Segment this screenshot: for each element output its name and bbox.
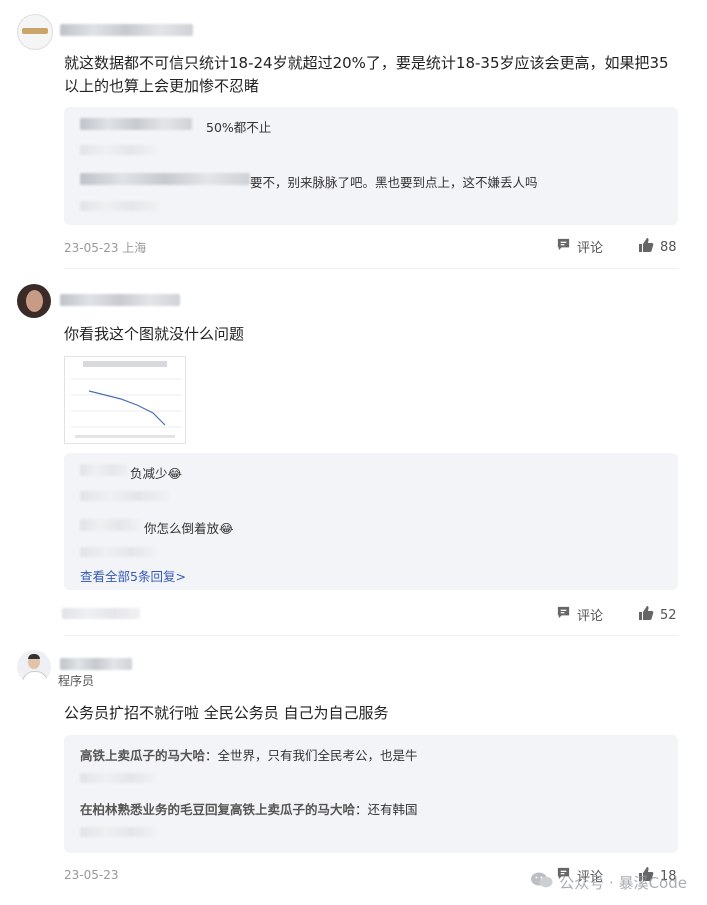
comment-label: 评论 <box>577 241 604 256</box>
reply-meta-redacted <box>80 201 158 211</box>
reply-content: 负减少😂 <box>130 466 183 481</box>
reply-author[interactable]: 在柏林熟悉业务的毛豆回复高铁上卖瓜子的马大哈 <box>80 802 355 817</box>
comment-label: 评论 <box>577 609 604 624</box>
reply-content: ：还有韩国 <box>355 802 418 817</box>
like-count: 52 <box>660 607 677 623</box>
reply-meta-redacted <box>80 491 168 501</box>
username-redacted[interactable] <box>60 24 193 36</box>
reply-author-redacted[interactable] <box>80 519 140 531</box>
watermark-text: 公众号 · 暴溪Code <box>559 873 687 892</box>
thumbs-up-icon <box>638 605 654 625</box>
comment-meta-redacted <box>62 608 140 619</box>
comment-meta: 23-05-23 上海 <box>64 241 147 255</box>
reply-meta-redacted <box>80 547 156 557</box>
avatar[interactable] <box>17 14 53 50</box>
comment-meta: 23-05-23 <box>64 868 119 882</box>
comment-text: 你看我这个图就没什么问题 <box>64 325 245 343</box>
like-button[interactable]: 88 <box>638 237 677 257</box>
reply-author-redacted[interactable] <box>80 118 192 130</box>
reply-content: 50%都不止 <box>206 120 272 135</box>
reply-author-redacted[interactable] <box>80 173 250 185</box>
view-all-replies-link[interactable]: 查看全部5条回复> <box>80 566 186 585</box>
reply-meta-redacted <box>80 773 156 783</box>
reply-author-redacted[interactable] <box>80 464 128 476</box>
chart-thumbnail <box>71 361 181 438</box>
reply-author[interactable]: 高铁上卖瓜子的马大哈 <box>80 748 205 763</box>
comment-button[interactable]: 评论 <box>556 605 603 624</box>
reply-meta-redacted <box>80 827 156 837</box>
job-title-badge: 程序员 <box>58 674 95 688</box>
reply-meta-redacted <box>80 145 156 155</box>
comment-text: 公务员扩招不就行啦 全民公务员 自己为自己服务 <box>64 704 389 722</box>
comment-icon <box>556 605 571 624</box>
avatar[interactable] <box>17 650 51 684</box>
username-redacted[interactable] <box>60 294 180 306</box>
reply-box: 50%都不止 要不，别来脉脉了吧。黑也要到点上，这不嫌丢人吗 <box>64 107 678 225</box>
divider <box>64 635 678 636</box>
wechat-watermark: 公众号 · 暴溪Code <box>531 871 687 893</box>
reply-content: 你怎么倒着放😂 <box>144 521 234 536</box>
like-count: 88 <box>660 239 677 255</box>
username-redacted[interactable] <box>60 658 132 670</box>
reply-line: 在柏林熟悉业务的毛豆回复高铁上卖瓜子的马大哈：还有韩国 <box>80 799 418 818</box>
comment-text: 就这数据都不可信只统计18-24岁就超过20%了，要是统计18-35岁应该会更高… <box>64 54 669 95</box>
wechat-icon <box>531 871 553 893</box>
divider <box>64 268 678 269</box>
reply-line: 高铁上卖瓜子的马大哈：全世界，只有我们全民考公，也是牛 <box>80 745 418 764</box>
reply-content: ：全世界，只有我们全民考公，也是牛 <box>205 748 418 763</box>
thumbs-up-icon <box>638 237 654 257</box>
reply-content: 要不，别来脉脉了吧。黑也要到点上，这不嫌丢人吗 <box>250 175 538 190</box>
attached-chart-image[interactable] <box>64 356 186 444</box>
avatar[interactable] <box>17 284 51 318</box>
like-button[interactable]: 52 <box>638 605 677 625</box>
reply-box: 负减少😂 你怎么倒着放😂 查看全部5条回复> <box>64 453 678 590</box>
comment-button[interactable]: 评论 <box>556 237 603 256</box>
comment-icon <box>556 237 571 256</box>
reply-box: 高铁上卖瓜子的马大哈：全世界，只有我们全民考公，也是牛 在柏林熟悉业务的毛豆回复… <box>64 735 678 853</box>
